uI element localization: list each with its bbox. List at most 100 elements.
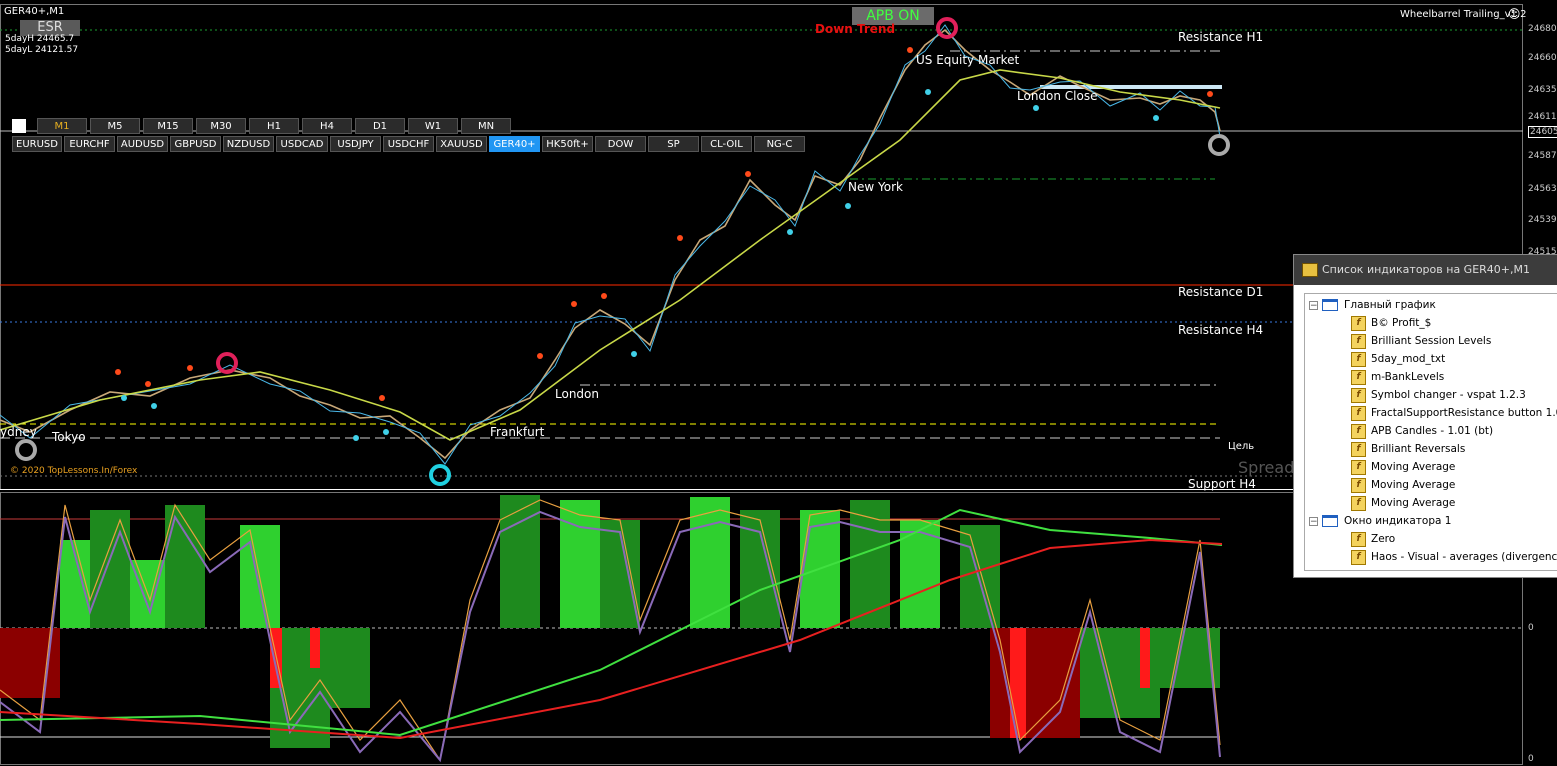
target-label: Цель (1228, 441, 1255, 452)
indicator-icon: f (1351, 315, 1366, 331)
symbol-button-eurusd[interactable]: EURUSD (12, 136, 62, 152)
fractal-up-icon (537, 353, 543, 359)
tree-group-sub-window[interactable]: − Окно индикатора 1 (1309, 512, 1451, 530)
tree-item-indicator[interactable]: f m-BankLevels (1351, 368, 1444, 386)
session-new-york: New York (848, 180, 903, 194)
indicator-icon: f (1351, 531, 1366, 547)
indicator-icon: f (1351, 423, 1366, 439)
fractal-down-icon (353, 435, 359, 441)
indicator-icon: f (1351, 351, 1366, 367)
fractal-up-icon (1207, 91, 1213, 97)
tree-item-indicator[interactable]: f B© Profit_$ (1351, 314, 1431, 332)
tree-item-indicator[interactable]: f Haos - Visual - averages (divergence + (1351, 548, 1557, 566)
spread-label: Spread (1238, 458, 1295, 477)
tree-item-indicator[interactable]: f Brilliant Session Levels (1351, 332, 1491, 350)
reversal-circle-icon (1208, 134, 1230, 156)
symbol-button-ng-c[interactable]: NG-C (754, 136, 805, 152)
chart-stage: GER40+,M1 ESR 5dayH 24465.7 5dayL 24121.… (0, 0, 1557, 766)
reversal-circle-icon (15, 439, 37, 461)
tree-node-label: Haos - Visual - averages (divergence + (1371, 551, 1557, 563)
tree-node-label: APB Candles - 1.01 (bt) (1371, 425, 1494, 437)
fractal-down-icon (631, 351, 637, 357)
tree-node-label: Brilliant Reversals (1371, 443, 1466, 455)
symbol-button-xauusd[interactable]: XAUUSD (436, 136, 487, 152)
indicator-icon: f (1351, 459, 1366, 475)
fractal-down-icon (151, 403, 157, 409)
histogram-bar (1010, 628, 1026, 738)
price-tick: 24587 (1528, 151, 1557, 161)
indicator-icon: f (1351, 495, 1366, 511)
reversal-circle-icon (216, 352, 238, 374)
timeframe-button-m30[interactable]: M30 (196, 118, 246, 134)
fractal-up-icon (379, 395, 385, 401)
session-tokyo: Tokyo (52, 430, 86, 444)
tree-item-indicator[interactable]: f Moving Average (1351, 458, 1455, 476)
tree-item-indicator[interactable]: f Moving Average (1351, 494, 1455, 512)
resistance-d1-label: Resistance D1 (1178, 285, 1264, 299)
resistance-h1-label: Resistance H1 (1178, 30, 1264, 44)
collapse-icon[interactable]: − (1309, 300, 1318, 310)
session-frankfurt: Frankfurt (490, 425, 545, 439)
symbol-button-cl-oil[interactable]: CL-OIL (701, 136, 752, 152)
histogram-group (0, 495, 1220, 748)
symbol-button-usdchf[interactable]: USDCHF (383, 136, 434, 152)
smiley-icon: ☺ (1508, 7, 1521, 21)
fractal-down-icon (925, 89, 931, 95)
collapse-icon[interactable]: − (1309, 516, 1318, 526)
symbol-button-ger40-[interactable]: GER40+ (489, 136, 540, 152)
symbol-button-sp[interactable]: SP (648, 136, 699, 152)
tree-item-indicator[interactable]: f Symbol changer - vspat 1.2.3 (1351, 386, 1526, 404)
timeframe-button-h4[interactable]: H4 (302, 118, 352, 134)
window-icon (1322, 299, 1338, 311)
tree-node-label: Symbol changer - vspat 1.2.3 (1371, 389, 1526, 401)
dialog-titlebar[interactable]: Список индикаторов на GER40+,M1 (1294, 255, 1557, 285)
tree-node-label: Brilliant Session Levels (1371, 335, 1492, 347)
timeframe-button-h1[interactable]: H1 (249, 118, 299, 134)
symbol-button-usdjpy[interactable]: USDJPY (330, 136, 381, 152)
indicator-tree[interactable]: − Главный график f B© Profit_$ f Brilliant Se… (1304, 293, 1557, 571)
symbol-button-gbpusd[interactable]: GBPUSD (170, 136, 221, 152)
tree-item-indicator[interactable]: f APB Candles - 1.01 (bt) (1351, 422, 1493, 440)
histogram-bar (310, 628, 320, 668)
fractal-up-icon (907, 47, 913, 53)
fractal-up-icon (115, 369, 121, 375)
tree-node-label: FractalSupportResistance button 1.05 (1371, 407, 1557, 419)
symbol-button-audusd[interactable]: AUDUSD (117, 136, 168, 152)
indicator-icon: f (1351, 441, 1366, 457)
symbol-button-eurchf[interactable]: EURCHF (64, 136, 115, 152)
window-icon (1322, 515, 1338, 527)
indicator-list-dialog[interactable]: Список индикаторов на GER40+,M1 − Главный… (1293, 254, 1557, 578)
timeframe-button-mn[interactable]: MN (461, 118, 511, 134)
timeframe-button-w1[interactable]: W1 (408, 118, 458, 134)
symbol-button-hk50ft-[interactable]: HK50ft+ (542, 136, 593, 152)
symbol-changer-toggle[interactable] (12, 119, 26, 133)
symbol-button-dow[interactable]: DOW (595, 136, 646, 152)
support-h4-label: Support H4 (1188, 477, 1256, 491)
resistance-h4-label: Resistance H4 (1178, 323, 1264, 337)
timeframe-button-m5[interactable]: M5 (90, 118, 140, 134)
timeframe-button-d1[interactable]: D1 (355, 118, 405, 134)
symbol-button-usdcad[interactable]: USDCAD (276, 136, 328, 152)
fractal-down-icon (1153, 115, 1159, 121)
tree-item-indicator[interactable]: f Moving Average (1351, 476, 1455, 494)
copyright-text: © 2020 TopLessons.In/Forex (10, 466, 138, 476)
tree-item-indicator[interactable]: f Brilliant Reversals (1351, 440, 1465, 458)
sub-scale-tick: 0 (1528, 754, 1534, 764)
timeframe-button-m15[interactable]: M15 (143, 118, 193, 134)
tree-item-indicator[interactable]: f Zero (1351, 530, 1395, 548)
tree-item-indicator[interactable]: f FractalSupportResistance button 1.05 (1351, 404, 1557, 422)
indicator-icon: f (1351, 405, 1366, 421)
histogram-bar (850, 500, 890, 628)
indicator-icon: f (1351, 549, 1366, 565)
trend-label: Down Trend (815, 22, 896, 36)
tree-node-label: Moving Average (1371, 497, 1456, 509)
histogram-bar (330, 628, 370, 708)
fractal-up-icon (677, 235, 683, 241)
tree-item-indicator[interactable]: f 5day_mod_txt (1351, 350, 1445, 368)
tree-node-label: Zero (1371, 533, 1396, 545)
fractal-down-icon (845, 203, 851, 209)
timeframe-button-m1[interactable]: M1 (37, 118, 87, 134)
tree-group-main-window[interactable]: − Главный график (1309, 296, 1436, 314)
tree-node-label: Окно индикатора 1 (1344, 515, 1452, 527)
symbol-button-nzdusd[interactable]: NZDUSD (223, 136, 274, 152)
